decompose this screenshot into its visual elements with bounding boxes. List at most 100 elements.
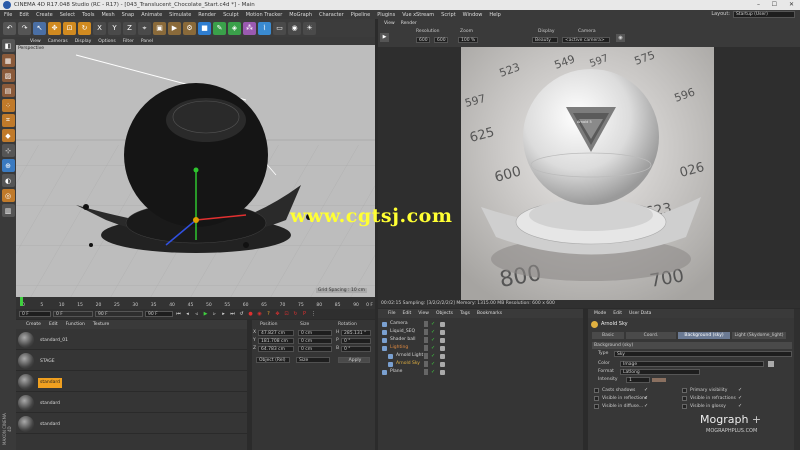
play-icon[interactable]: ▶ — [202, 311, 209, 318]
position-key-icon[interactable]: ✥ — [274, 311, 281, 318]
timeline-ruler[interactable]: 0 5 10 15 20 25 30 35 40 45 50 55 60 65 70 75 80 85 90 0 F — [16, 297, 375, 309]
loop-icon[interactable]: ↺ — [238, 311, 245, 318]
type-select[interactable]: Sky — [614, 351, 792, 357]
menu-mograph[interactable]: MoGraph — [289, 12, 312, 18]
position-field[interactable]: 64.783 cm — [258, 346, 294, 352]
material-item[interactable]: standard — [16, 414, 247, 434]
menu-character[interactable]: Character — [319, 12, 344, 18]
grid-icon[interactable]: ▥ — [1, 204, 15, 217]
next-frame-icon[interactable]: ▹ — [211, 311, 218, 318]
intensity-field[interactable]: 1 — [626, 377, 650, 383]
texture-mode-icon[interactable]: ▨ — [1, 69, 15, 82]
enabled-check-icon[interactable]: ✓ — [431, 328, 435, 336]
point-level-icon[interactable]: ⋮ — [310, 311, 317, 318]
resolution-height-field[interactable]: 600 — [434, 37, 448, 43]
resolution-width-field[interactable]: 600 — [416, 37, 430, 43]
object-row[interactable]: Plane ✓ — [378, 368, 583, 376]
menu-help[interactable]: Help — [489, 12, 500, 18]
workplane-icon[interactable]: ▤ — [1, 84, 15, 97]
position-field[interactable]: 47.827 cm — [258, 330, 294, 336]
edges-mode-icon[interactable]: ⌗ — [1, 114, 15, 127]
object-row[interactable]: Camera ✓ — [378, 320, 583, 328]
menu-pipeline[interactable]: Pipeline — [351, 12, 371, 18]
render-menu-view[interactable]: View — [384, 21, 395, 26]
enabled-check-icon[interactable]: ✓ — [431, 360, 435, 368]
tag-icon[interactable] — [440, 346, 445, 351]
tag-icon[interactable] — [440, 354, 445, 359]
material-menu-texture[interactable]: Texture — [93, 322, 109, 327]
scale-icon[interactable]: ⊡ — [63, 21, 76, 35]
prev-key-icon[interactable]: ◂ — [184, 311, 191, 318]
cube-icon[interactable]: ■ — [198, 21, 211, 35]
size-field[interactable]: 0 cm — [298, 338, 332, 344]
goto-start-icon[interactable]: ⏮ — [175, 311, 182, 318]
rotation-key-icon[interactable]: ↻ — [292, 311, 299, 318]
menu-sculpt[interactable]: Sculpt — [223, 12, 239, 18]
enabled-check-icon[interactable]: ✓ — [431, 344, 435, 352]
solo-icon[interactable]: ◎ — [1, 189, 15, 202]
viewport-menu-options[interactable]: Options — [98, 39, 115, 44]
camera-icon[interactable]: ◉ — [288, 21, 301, 35]
attr-menu-user-data[interactable]: User Data — [629, 311, 651, 316]
menu-snap[interactable]: Snap — [122, 12, 135, 18]
layout-select[interactable]: Startup (User) — [733, 11, 795, 18]
visibility-toggle[interactable] — [424, 361, 428, 367]
z-axis-icon[interactable]: Z — [123, 21, 136, 35]
visibility-toggle[interactable] — [424, 345, 428, 351]
checkbox[interactable] — [682, 388, 687, 393]
object-menu-file[interactable]: File — [388, 311, 396, 316]
attr-tab[interactable]: Basic — [592, 332, 624, 339]
axis-mode-icon[interactable]: ⊹ — [1, 144, 15, 157]
points-mode-icon[interactable]: ⁘ — [1, 99, 15, 112]
menu-motion-tracker[interactable]: Motion Tracker — [246, 12, 283, 18]
menu-script[interactable]: Script — [441, 12, 456, 18]
position-field[interactable]: 181.708 cm — [258, 338, 294, 344]
viewport-menu-cameras[interactable]: Cameras — [48, 39, 68, 44]
material-menu-function[interactable]: Function — [66, 322, 85, 327]
enabled-check-icon[interactable]: ✓ — [431, 352, 435, 360]
menu-create[interactable]: Create — [36, 12, 53, 18]
enabled-check-icon[interactable]: ✓ — [431, 320, 435, 328]
size-mode-select[interactable]: Size — [296, 357, 330, 363]
perspective-viewport[interactable]: Perspective Grid Spacing : 10 cm — [16, 45, 375, 297]
render-view-icon[interactable]: ▣ — [153, 21, 166, 35]
visibility-toggle[interactable] — [424, 321, 428, 327]
x-axis-icon[interactable]: X — [93, 21, 106, 35]
object-menu-bookmarks[interactable]: Bookmarks — [477, 311, 502, 316]
render-play-icon[interactable]: ▶ — [380, 33, 389, 42]
menu-simulate[interactable]: Simulate — [169, 12, 191, 18]
visibility-toggle[interactable] — [424, 369, 428, 375]
render-settings-icon[interactable]: ⚙ — [183, 21, 196, 35]
menu-render[interactable]: Render — [198, 12, 216, 18]
object-menu-view[interactable]: View — [418, 311, 429, 316]
scale-key-icon[interactable]: ⊡ — [283, 311, 290, 318]
menu-animate[interactable]: Animate — [141, 12, 162, 18]
attr-tab[interactable]: Coord. — [626, 332, 676, 339]
y-axis-icon[interactable]: Y — [108, 21, 121, 35]
keyframe-selection-icon[interactable]: ? — [265, 311, 272, 318]
viewport-menu-display[interactable]: Display — [75, 39, 92, 44]
rotation-field[interactable]: 0 ° — [341, 338, 371, 344]
object-row[interactable]: Lighting ✓ — [378, 344, 583, 352]
color-select[interactable]: Image — [620, 361, 764, 367]
format-select[interactable]: Latlong — [620, 369, 700, 375]
undo-icon[interactable]: ↶ — [3, 21, 16, 35]
record-icon[interactable]: ● — [247, 311, 254, 318]
array-icon[interactable]: ⁂ — [243, 21, 256, 35]
enabled-check-icon[interactable]: ✓ — [431, 336, 435, 344]
model-mode-icon[interactable]: ▦ — [1, 54, 15, 67]
size-field[interactable]: 0 cm — [298, 330, 332, 336]
checkbox[interactable] — [594, 388, 599, 393]
object-menu-tags[interactable]: Tags — [460, 311, 470, 316]
enabled-check-icon[interactable]: ✓ — [431, 368, 435, 376]
light-icon[interactable]: ☀ — [303, 21, 316, 35]
zoom-field[interactable]: 100 % — [458, 37, 478, 43]
autokey-icon[interactable]: ◉ — [256, 311, 263, 318]
range-end-field[interactable]: 90 F — [95, 311, 143, 317]
subdivision-icon[interactable]: ◈ — [228, 21, 241, 35]
material-item[interactable]: standard_01 — [16, 330, 247, 350]
menu-edit[interactable]: Edit — [19, 12, 29, 18]
object-row[interactable]: Arnold Sky ✓ — [378, 360, 583, 368]
viewport-menu-panel[interactable]: Panel — [141, 39, 153, 44]
rotation-field[interactable]: 285.131 ° — [341, 330, 371, 336]
